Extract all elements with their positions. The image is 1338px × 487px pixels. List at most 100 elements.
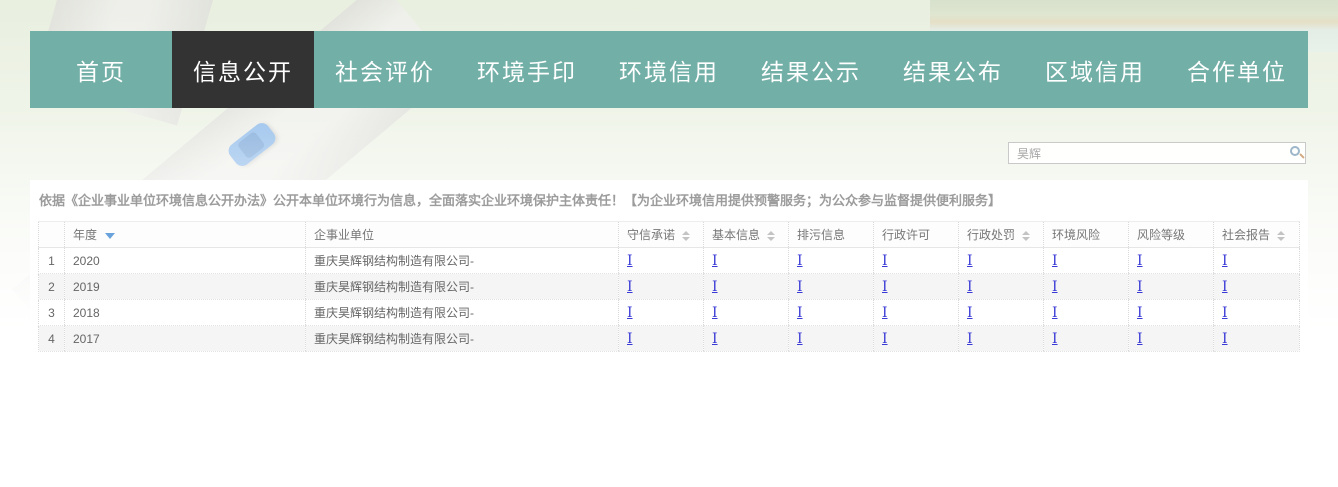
nav-tab-6[interactable]: 结果公示 bbox=[740, 31, 882, 108]
sort-descending-icon[interactable] bbox=[105, 233, 115, 239]
report-link-环境风险[interactable]: I bbox=[1052, 331, 1058, 347]
column-label: 排污信息 bbox=[797, 228, 845, 242]
link-cell-基本信息: I bbox=[704, 326, 789, 352]
report-link-基本信息[interactable]: I bbox=[712, 253, 718, 269]
link-cell-社会报告: I bbox=[1214, 274, 1300, 300]
report-link-风险等级[interactable]: I bbox=[1137, 331, 1143, 347]
company-cell: 重庆昊辉钢结构制造有限公司- bbox=[306, 274, 619, 300]
report-link-行政许可[interactable]: I bbox=[882, 331, 888, 347]
main-nav: 首页信息公开社会评价环境手印环境信用结果公示结果公布区域信用合作单位 bbox=[30, 31, 1308, 108]
search-input[interactable] bbox=[1008, 142, 1306, 164]
report-link-排污信息[interactable]: I bbox=[797, 253, 803, 269]
search-icon[interactable] bbox=[1290, 146, 1300, 156]
report-link-风险等级[interactable]: I bbox=[1137, 279, 1143, 295]
nav-tab-3[interactable]: 社会评价 bbox=[314, 31, 456, 108]
year-cell: 2018 bbox=[65, 300, 306, 326]
link-cell-守信承诺: I bbox=[619, 326, 704, 352]
report-link-社会报告[interactable]: I bbox=[1222, 305, 1228, 321]
link-cell-基本信息: I bbox=[704, 274, 789, 300]
column-header-社会报告[interactable]: 社会报告 bbox=[1214, 222, 1300, 248]
link-cell-排污信息: I bbox=[789, 326, 874, 352]
report-link-行政处罚[interactable]: I bbox=[967, 279, 973, 295]
column-label: 风险等级 bbox=[1137, 228, 1185, 242]
link-cell-行政处罚: I bbox=[959, 248, 1044, 274]
link-cell-风险等级: I bbox=[1129, 274, 1214, 300]
report-link-守信承诺[interactable]: I bbox=[627, 279, 633, 295]
report-link-社会报告[interactable]: I bbox=[1222, 331, 1228, 347]
report-link-行政处罚[interactable]: I bbox=[967, 305, 973, 321]
column-header-风险等级: 风险等级 bbox=[1129, 222, 1214, 248]
column-label: 企事业单位 bbox=[314, 228, 374, 242]
link-cell-社会报告: I bbox=[1214, 326, 1300, 352]
link-cell-环境风险: I bbox=[1044, 326, 1129, 352]
report-link-排污信息[interactable]: I bbox=[797, 305, 803, 321]
nav-tab-8[interactable]: 区域信用 bbox=[1024, 31, 1166, 108]
report-link-排污信息[interactable]: I bbox=[797, 279, 803, 295]
column-label: 社会报告 bbox=[1222, 228, 1270, 242]
link-cell-行政许可: I bbox=[874, 248, 959, 274]
report-link-守信承诺[interactable]: I bbox=[627, 305, 633, 321]
column-header-年度[interactable]: 年度 bbox=[65, 222, 306, 248]
link-cell-行政处罚: I bbox=[959, 274, 1044, 300]
company-cell: 重庆昊辉钢结构制造有限公司- bbox=[306, 326, 619, 352]
column-header-企事业单位: 企事业单位 bbox=[306, 222, 619, 248]
column-label: 基本信息 bbox=[712, 228, 760, 242]
report-link-风险等级[interactable]: I bbox=[1137, 253, 1143, 269]
report-link-环境风险[interactable]: I bbox=[1052, 253, 1058, 269]
nav-tab-1[interactable]: 首页 bbox=[30, 31, 172, 108]
link-cell-风险等级: I bbox=[1129, 326, 1214, 352]
sort-toggle-icon[interactable] bbox=[767, 231, 775, 241]
column-header-基本信息[interactable]: 基本信息 bbox=[704, 222, 789, 248]
column-label: 环境风险 bbox=[1052, 228, 1100, 242]
report-link-行政许可[interactable]: I bbox=[882, 305, 888, 321]
year-cell: 2017 bbox=[65, 326, 306, 352]
link-cell-守信承诺: I bbox=[619, 248, 704, 274]
report-link-排污信息[interactable]: I bbox=[797, 331, 803, 347]
link-cell-基本信息: I bbox=[704, 300, 789, 326]
report-link-社会报告[interactable]: I bbox=[1222, 253, 1228, 269]
table-row: 32018重庆昊辉钢结构制造有限公司-IIIIIIII bbox=[39, 300, 1300, 326]
report-link-基本信息[interactable]: I bbox=[712, 279, 718, 295]
link-cell-行政许可: I bbox=[874, 300, 959, 326]
row-number: 3 bbox=[39, 300, 65, 326]
link-cell-排污信息: I bbox=[789, 274, 874, 300]
link-cell-环境风险: I bbox=[1044, 300, 1129, 326]
report-link-社会报告[interactable]: I bbox=[1222, 279, 1228, 295]
sort-toggle-icon[interactable] bbox=[1022, 231, 1030, 241]
nav-tab-2[interactable]: 信息公开 bbox=[172, 31, 314, 108]
report-link-守信承诺[interactable]: I bbox=[627, 331, 633, 347]
records-table: 年度企事业单位守信承诺基本信息排污信息行政许可行政处罚环境风险风险等级社会报告 … bbox=[38, 221, 1300, 352]
nav-tab-5[interactable]: 环境信用 bbox=[598, 31, 740, 108]
report-link-守信承诺[interactable]: I bbox=[627, 253, 633, 269]
nav-tab-9[interactable]: 合作单位 bbox=[1166, 31, 1308, 108]
link-cell-风险等级: I bbox=[1129, 300, 1214, 326]
sort-toggle-icon[interactable] bbox=[1277, 231, 1285, 241]
column-header-排污信息: 排污信息 bbox=[789, 222, 874, 248]
content-panel: 依据《企业事业单位环境信息公开办法》公开本单位环境行为信息，全面落实企业环境保护… bbox=[30, 180, 1308, 487]
column-header-行政处罚[interactable]: 行政处罚 bbox=[959, 222, 1044, 248]
report-link-风险等级[interactable]: I bbox=[1137, 305, 1143, 321]
report-link-基本信息[interactable]: I bbox=[712, 305, 718, 321]
link-cell-社会报告: I bbox=[1214, 248, 1300, 274]
company-cell: 重庆昊辉钢结构制造有限公司- bbox=[306, 248, 619, 274]
report-link-行政许可[interactable]: I bbox=[882, 253, 888, 269]
report-link-基本信息[interactable]: I bbox=[712, 331, 718, 347]
row-number: 2 bbox=[39, 274, 65, 300]
column-header-守信承诺[interactable]: 守信承诺 bbox=[619, 222, 704, 248]
link-cell-排污信息: I bbox=[789, 248, 874, 274]
link-cell-行政许可: I bbox=[874, 274, 959, 300]
link-cell-守信承诺: I bbox=[619, 274, 704, 300]
report-link-环境风险[interactable]: I bbox=[1052, 305, 1058, 321]
notice-text: 依据《企业事业单位环境信息公开办法》公开本单位环境行为信息，全面落实企业环境保护… bbox=[30, 180, 1308, 216]
nav-tab-7[interactable]: 结果公布 bbox=[882, 31, 1024, 108]
link-cell-排污信息: I bbox=[789, 300, 874, 326]
sort-toggle-icon[interactable] bbox=[682, 231, 690, 241]
report-link-行政处罚[interactable]: I bbox=[967, 253, 973, 269]
report-link-行政处罚[interactable]: I bbox=[967, 331, 973, 347]
nav-tab-4[interactable]: 环境手印 bbox=[456, 31, 598, 108]
link-cell-守信承诺: I bbox=[619, 300, 704, 326]
table-row: 22019重庆昊辉钢结构制造有限公司-IIIIIIII bbox=[39, 274, 1300, 300]
report-link-行政许可[interactable]: I bbox=[882, 279, 888, 295]
report-link-环境风险[interactable]: I bbox=[1052, 279, 1058, 295]
column-header-行政许可: 行政许可 bbox=[874, 222, 959, 248]
